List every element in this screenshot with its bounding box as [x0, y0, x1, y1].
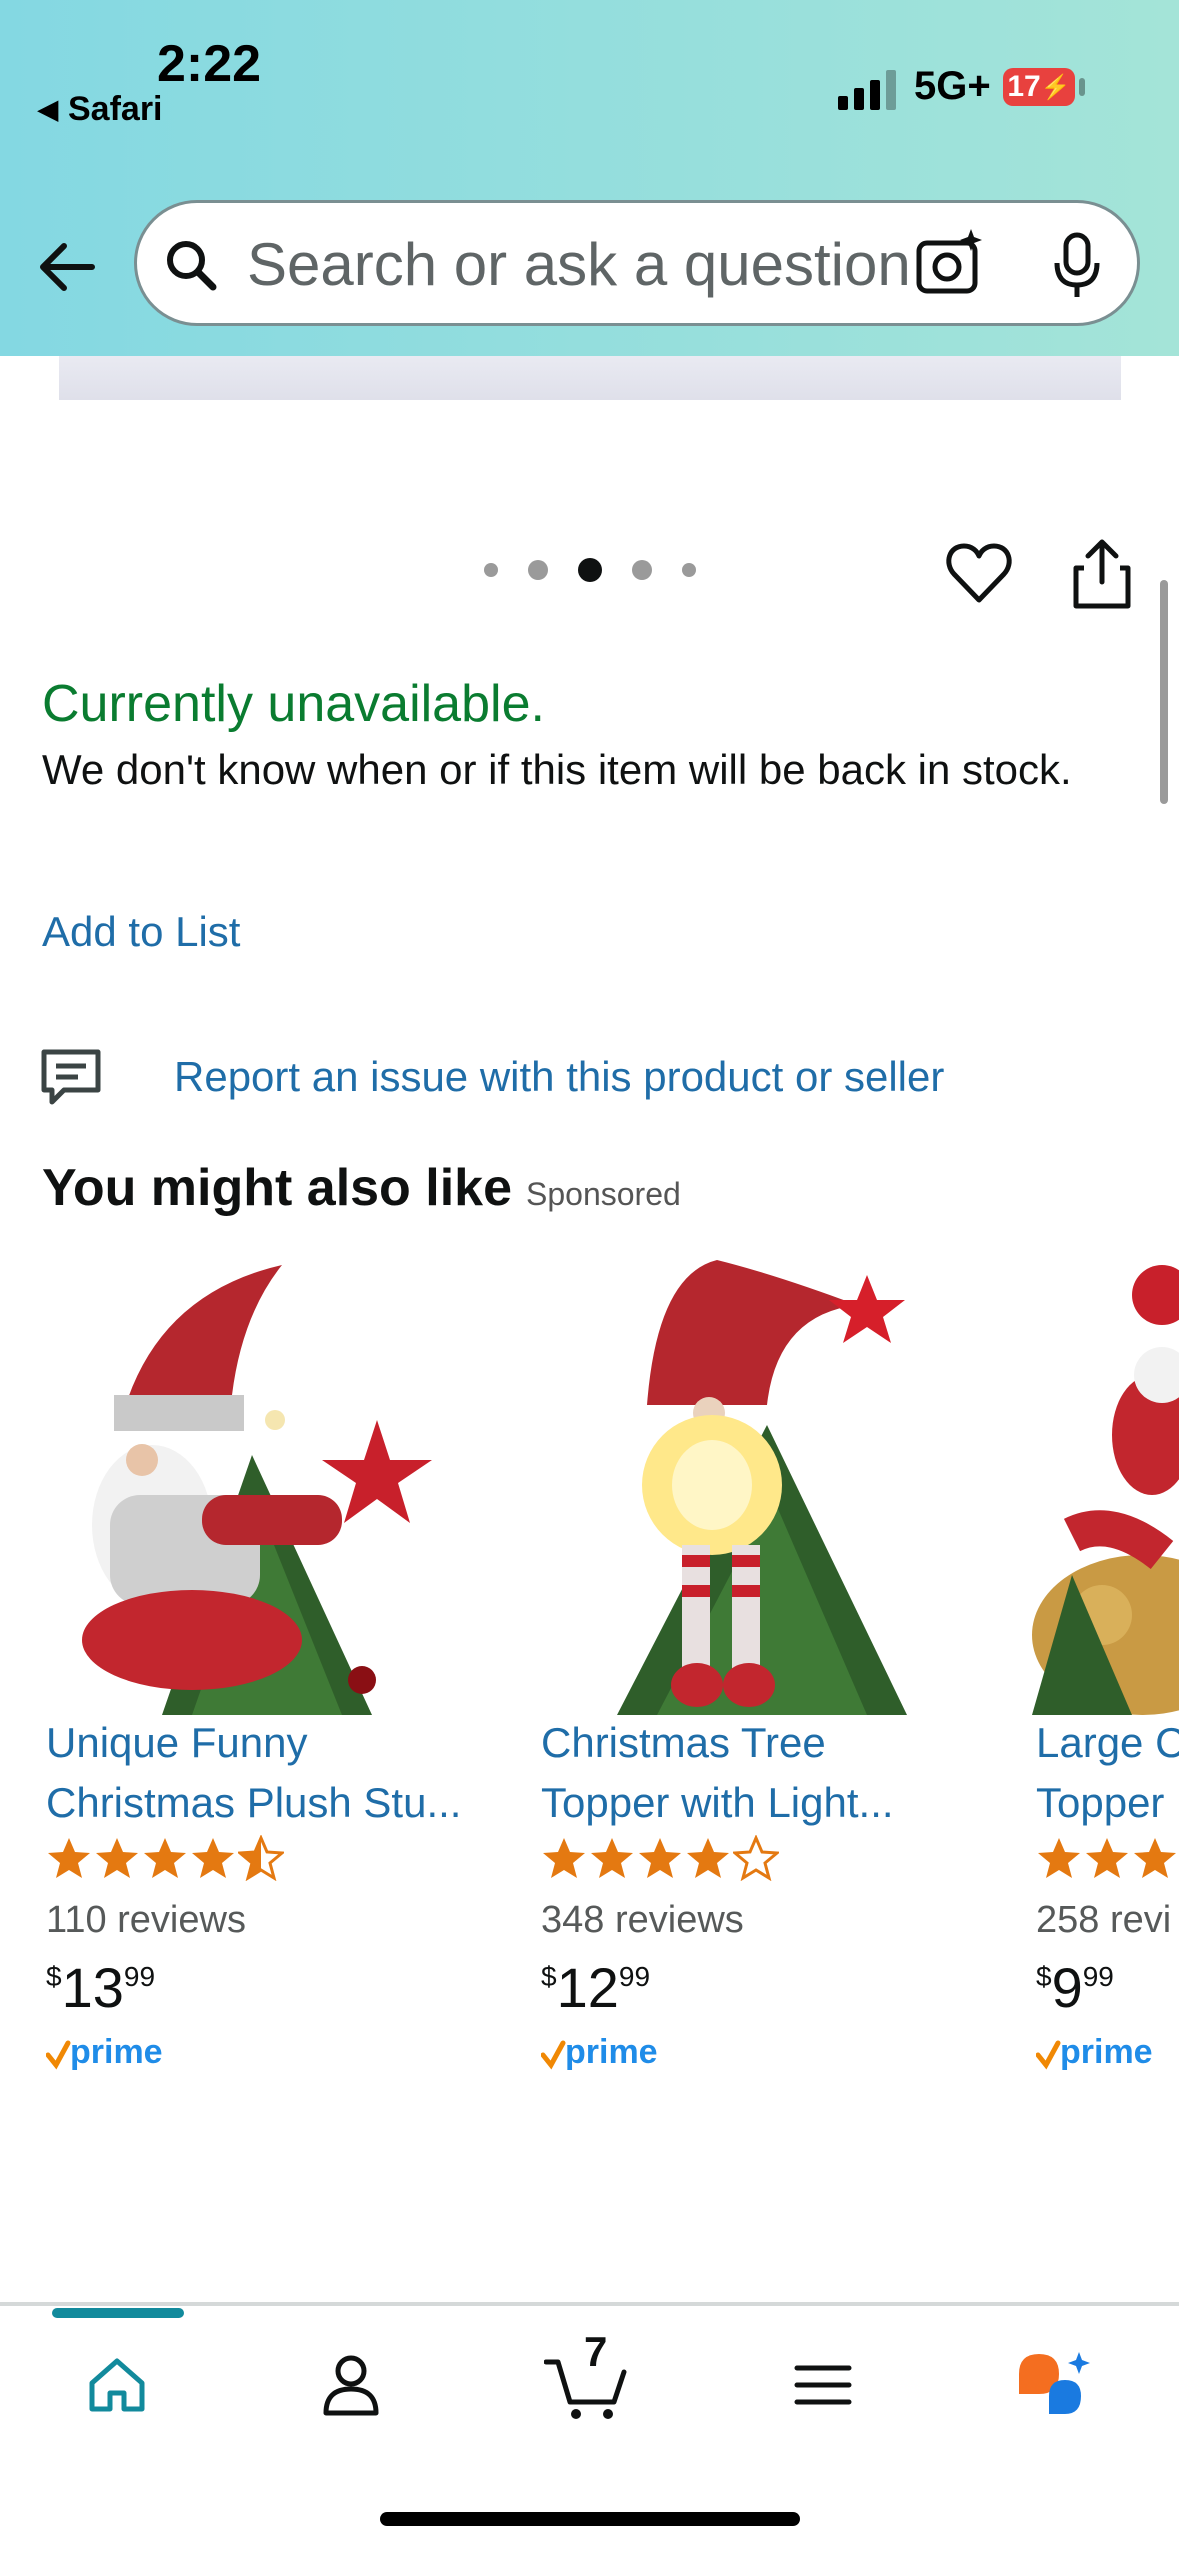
scroll-indicator: [1160, 580, 1168, 804]
image-pagination-dots: [484, 558, 696, 582]
recommendations-carousel[interactable]: Unique Funny Christmas Plush Stu... 110 …: [0, 1255, 1179, 2115]
star-full-icon: [144, 1838, 186, 1878]
prime-badge-icon: prime: [1036, 2033, 1153, 2071]
availability-status: Currently unavailable.: [42, 675, 545, 733]
pagination-dot: [484, 563, 498, 577]
review-count[interactable]: 258 revi: [1036, 1899, 1171, 1942]
pagination-dot: [632, 560, 652, 580]
star-full-icon: [591, 1838, 633, 1878]
battery-level: 17: [1007, 70, 1041, 103]
tab-account[interactable]: [306, 2340, 396, 2430]
home-indicator: [380, 2512, 800, 2526]
price: $1299: [541, 1956, 651, 2019]
product-image-bottom[interactable]: [59, 356, 1121, 400]
star-rating: [46, 1835, 284, 1881]
add-to-list-link[interactable]: Add to List: [42, 908, 240, 956]
product-title[interactable]: Unique Funny Christmas Plush Stu...: [46, 1713, 516, 1833]
home-icon: [89, 2358, 145, 2412]
camera-search-icon[interactable]: [913, 227, 987, 301]
back-app-label: Safari: [68, 90, 163, 128]
review-count[interactable]: 110 reviews: [46, 1899, 246, 1942]
heart-icon[interactable]: [944, 538, 1014, 608]
product-title[interactable]: Christmas Tree Topper with Light...: [541, 1713, 1011, 1833]
status-time: 2:22: [157, 35, 262, 93]
tab-rufus[interactable]: [1010, 2340, 1100, 2430]
product-image-large-topper[interactable]: [1032, 1255, 1179, 1715]
active-tab-indicator: [52, 2308, 184, 2318]
star-half-icon: [238, 1835, 284, 1881]
battery-nub: [1079, 78, 1085, 96]
product-image-gnome-plush[interactable]: [42, 1255, 512, 1715]
cart-count-badge: 7: [584, 2328, 608, 2375]
svg-text:prime: prime: [565, 2033, 658, 2071]
recommendations-header: You might also like Sponsored: [42, 1158, 681, 1218]
star-full-icon: [543, 1838, 585, 1878]
pagination-dot: [682, 563, 696, 577]
share-icon[interactable]: [1070, 536, 1134, 610]
star-rating: [1036, 1835, 1178, 1881]
feedback-icon: [41, 1049, 101, 1105]
star-full-icon: [192, 1838, 234, 1878]
rufus-assistant-icon: [1019, 2352, 1090, 2414]
back-to-safari-link[interactable]: ◀ Safari: [38, 90, 163, 129]
network-type: 5G+: [914, 64, 991, 108]
stock-message: We don't know when or if this item will …: [42, 746, 1072, 793]
back-arrow-icon[interactable]: [34, 232, 104, 302]
price: $999: [1036, 1956, 1114, 2019]
star-full-icon: [48, 1838, 90, 1878]
star-full-icon: [687, 1838, 729, 1878]
tab-home[interactable]: [72, 2340, 162, 2430]
recommendations-heading: You might also like: [42, 1159, 513, 1217]
star-full-icon: [1134, 1838, 1176, 1878]
product-title[interactable]: Large C Topper: [1036, 1713, 1179, 1833]
tab-menu[interactable]: [778, 2340, 868, 2430]
price: $1399: [46, 1956, 156, 2019]
star-rating: [541, 1835, 779, 1881]
star-full-icon: [96, 1838, 138, 1878]
star-empty-icon: [733, 1835, 779, 1881]
star-full-icon: [639, 1838, 681, 1878]
search-bar[interactable]: [134, 200, 1140, 326]
report-issue-link[interactable]: Report an issue with this product or sel…: [40, 1048, 944, 1106]
search-icon: [167, 241, 217, 291]
product-image-tree-topper-gnome[interactable]: [537, 1255, 1007, 1715]
menu-icon: [794, 2365, 852, 2405]
pagination-dot: [528, 560, 548, 580]
pagination-dot-active: [578, 558, 602, 582]
back-triangle-icon: ◀: [38, 94, 58, 124]
battery-icon: 17 ⚡: [1003, 68, 1075, 106]
prime-badge-icon: prime: [46, 2033, 163, 2071]
cellular-signal-icon: [838, 68, 896, 110]
microphone-icon[interactable]: [1047, 231, 1107, 301]
account-icon: [323, 2355, 379, 2416]
prime-badge-icon: prime: [541, 2033, 658, 2071]
svg-text:prime: prime: [70, 2033, 163, 2071]
svg-text:prime: prime: [1060, 2033, 1153, 2071]
sponsored-label: Sponsored: [526, 1176, 681, 1212]
review-count[interactable]: 348 reviews: [541, 1899, 744, 1942]
star-full-icon: [1086, 1838, 1128, 1878]
report-issue-label: Report an issue with this product or sel…: [174, 1053, 945, 1100]
star-full-icon: [1038, 1838, 1080, 1878]
